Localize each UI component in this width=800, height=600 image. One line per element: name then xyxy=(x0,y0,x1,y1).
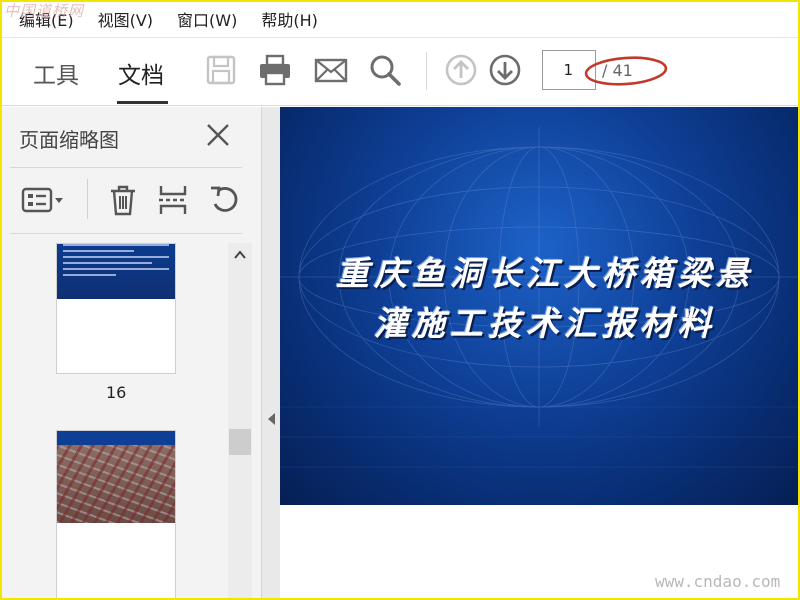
slide-title-line-2: 灌施工技术汇报材料 xyxy=(374,304,716,343)
panel-divider-bottom xyxy=(10,233,242,234)
thumbnail-options-icon[interactable] xyxy=(20,182,68,218)
tab-document[interactable]: 文档 xyxy=(118,56,164,90)
arrow-up-circle-icon[interactable] xyxy=(443,52,479,88)
collapse-arrow-icon[interactable] xyxy=(266,412,276,426)
page-thumbnails-panel: 页面缩略图 16 xyxy=(0,107,262,600)
thumbnail-photo xyxy=(57,445,175,523)
page-thumbnail[interactable] xyxy=(56,430,176,600)
menu-bar: 编辑(E) 视图(V) 窗口(W) 帮助(H) xyxy=(0,0,800,38)
watermark-bottom-right: www.cndao.com xyxy=(655,572,781,591)
email-icon[interactable] xyxy=(313,52,349,88)
thumbnail-list: 16 xyxy=(0,243,228,600)
thumbnail-content xyxy=(57,244,175,299)
toolbar: 工具 文档 1 / 41 xyxy=(0,38,800,106)
close-icon[interactable] xyxy=(202,119,234,151)
slide-title-line-1: 重庆鱼洞长江大桥箱梁悬 xyxy=(336,254,754,293)
panel-divider-top xyxy=(10,167,242,168)
panel-title: 页面缩略图 xyxy=(19,128,119,152)
print-icon[interactable] xyxy=(257,52,293,88)
chevron-up-icon[interactable] xyxy=(232,247,248,263)
panel-collapse-handle[interactable] xyxy=(262,107,280,600)
menu-view[interactable]: 视图(V) xyxy=(98,7,153,31)
thumbnail-scrollbar[interactable] xyxy=(228,243,252,600)
save-icon[interactable] xyxy=(203,52,239,88)
extract-icon[interactable] xyxy=(155,182,191,218)
document-view: 重庆鱼洞长江大桥箱梁悬 灌施工技术汇报材料 xyxy=(280,107,800,600)
watermark-top-left: 中国道桥网 xyxy=(4,2,85,20)
menu-window[interactable]: 窗口(W) xyxy=(177,7,237,31)
menu-help[interactable]: 帮助(H) xyxy=(261,7,318,31)
highlight-ellipse xyxy=(584,56,668,86)
thumbnail-header-bar xyxy=(57,431,175,445)
tab-tools[interactable]: 工具 xyxy=(33,56,79,90)
active-tab-indicator xyxy=(117,101,168,104)
search-icon[interactable] xyxy=(367,52,403,88)
toolbar-divider xyxy=(426,52,427,90)
thumbnail-page-number: 16 xyxy=(106,383,127,402)
arrow-down-circle-icon[interactable] xyxy=(487,52,523,88)
trash-icon[interactable] xyxy=(105,182,141,218)
scrollbar-thumb[interactable] xyxy=(229,429,251,455)
panel-tool-divider xyxy=(87,179,88,219)
slide-page: 重庆鱼洞长江大桥箱梁悬 灌施工技术汇报材料 xyxy=(280,107,798,505)
rotate-icon[interactable] xyxy=(206,182,242,218)
page-thumbnail[interactable] xyxy=(56,243,176,374)
